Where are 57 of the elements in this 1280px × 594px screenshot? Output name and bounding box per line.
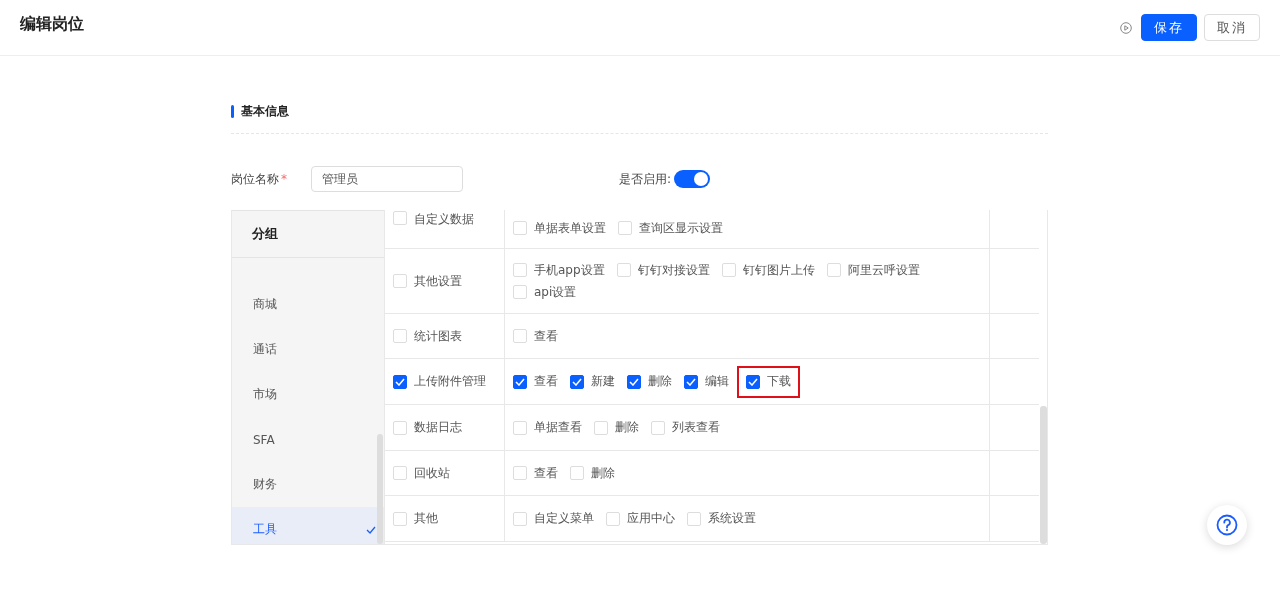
permission-label: 单据表单设置	[534, 219, 606, 237]
enable-toggle[interactable]	[674, 170, 711, 188]
cancel-button[interactable]: 取消	[1204, 14, 1260, 41]
help-icon	[1216, 514, 1238, 536]
page-title: 编辑岗位	[20, 14, 84, 35]
checkbox[interactable]	[746, 374, 760, 389]
group-item[interactable]: 商城	[232, 282, 384, 327]
name-input[interactable]: 管理员	[311, 166, 463, 192]
play-icon[interactable]	[1120, 21, 1132, 34]
permission-label: 查看	[534, 327, 558, 345]
checkbox[interactable]	[627, 374, 641, 389]
permission-label: 系统设置	[708, 510, 756, 527]
permission-label: 删除	[615, 419, 639, 436]
group-item[interactable]: 市场	[232, 372, 384, 417]
field-label: 岗位名称	[231, 170, 279, 188]
module-label: 自定义数据	[414, 211, 474, 228]
permission-label: 钉钉图片上传	[742, 261, 815, 279]
scrollbar[interactable]	[1040, 406, 1047, 544]
permission-label: 查询区显示设置	[639, 219, 723, 237]
permission-label: 单据查看	[534, 419, 582, 436]
module-label: 其他设置	[414, 272, 462, 290]
group-item[interactable]: 财务	[232, 462, 384, 507]
permission-label: 手机app设置	[534, 261, 605, 279]
group-item[interactable]: 工具	[232, 507, 384, 544]
module-label: 回收站	[414, 464, 450, 482]
field-label: 是否启用:	[619, 170, 672, 188]
permission-label: 查看	[534, 373, 558, 390]
scrollbar[interactable]	[377, 434, 383, 544]
permission-label: 删除	[591, 464, 615, 482]
permission-label: 自定义菜单	[534, 510, 594, 527]
checkbox[interactable]	[513, 374, 527, 389]
module-label: 上传附件管理	[414, 373, 486, 390]
module-label: 数据日志	[414, 419, 462, 436]
permission-label: 下载	[767, 373, 791, 390]
permission-label: api设置	[534, 283, 577, 301]
permission-label: 列表查看	[672, 419, 720, 436]
group-item[interactable]: SFA	[232, 417, 384, 462]
checkbox[interactable]	[570, 374, 584, 389]
permission-label: 删除	[648, 373, 672, 390]
module-label: 统计图表	[414, 327, 462, 345]
section-title: 基本信息	[241, 103, 289, 120]
permission-label: 新建	[591, 373, 615, 390]
permission-label: 查看	[534, 464, 558, 482]
help-button[interactable]	[1207, 505, 1247, 545]
save-button[interactable]: 保存	[1141, 14, 1197, 41]
group-item[interactable]: 通话	[232, 327, 384, 372]
module-label: 其他	[414, 510, 438, 527]
section-marker	[231, 105, 234, 118]
group-header: 分组	[232, 210, 384, 258]
checkbox[interactable]	[393, 374, 407, 389]
permission-label: 编辑	[705, 373, 729, 390]
checkbox[interactable]	[684, 374, 698, 389]
permission-label: 钉钉对接设置	[637, 261, 710, 279]
permission-label: 阿里云呼设置	[847, 261, 920, 279]
permission-label: 应用中心	[627, 510, 675, 527]
required-mark: *	[281, 172, 287, 186]
check-icon	[366, 525, 376, 534]
